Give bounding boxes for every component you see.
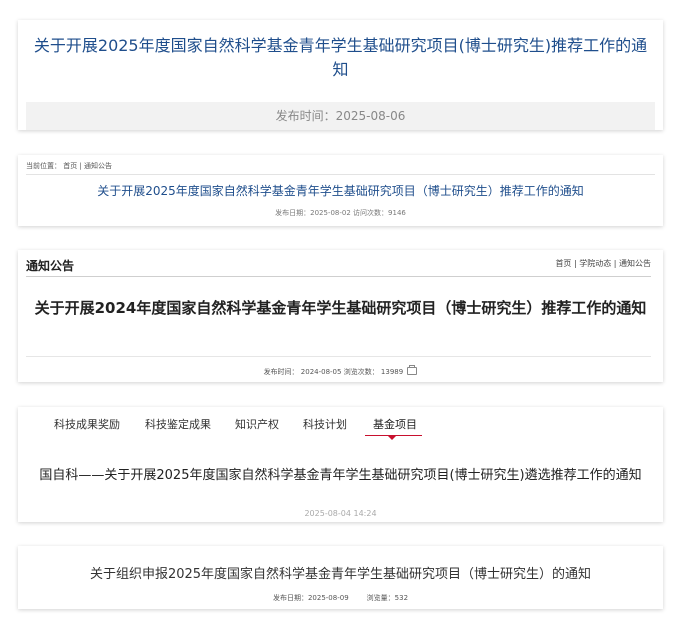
- notice-title[interactable]: 关于开展2024年度国家自然科学基金青年学生基础研究项目（博士研究生）推荐工作的…: [28, 296, 653, 320]
- caret-down-icon: [388, 436, 396, 440]
- notice-title[interactable]: 国自科——关于开展2025年度国家自然科学基金青年学生基础研究项目(博士研究生)…: [24, 468, 657, 484]
- notice-title[interactable]: 关于开展2025年度国家自然科学基金青年学生基础研究项目(博士研究生)推荐工作的…: [26, 34, 655, 82]
- notice-card-1: 关于开展2025年度国家自然科学基金青年学生基础研究项目(博士研究生)推荐工作的…: [18, 20, 663, 130]
- tab-achievement-awards[interactable]: 科技成果奖励: [54, 416, 120, 432]
- publish-label: 发布时间：: [275, 109, 336, 123]
- notice-card-4: 科技成果奖励 科技鉴定成果 知识产权 科技计划 基金项目 国自科——关于开展20…: [18, 407, 663, 522]
- divider: [26, 174, 655, 175]
- publish-meta: 发布时间：2025-08-06: [26, 102, 655, 130]
- tab-intellectual-property[interactable]: 知识产权: [235, 416, 279, 432]
- view-count: 浏览量：532: [366, 594, 409, 602]
- print-icon[interactable]: [407, 365, 418, 375]
- divider: [26, 276, 651, 277]
- notice-card-5: 关于组织申报2025年度国家自然科学基金青年学生基础研究项目（博士研究生）的通知…: [18, 546, 663, 609]
- publish-meta: 发布时间： 2024-08-05 浏览次数： 13989: [26, 365, 655, 377]
- notice-card-3: 通知公告 首页 | 学院动态 | 通知公告 关于开展2024年度国家自然科学基金…: [18, 250, 663, 382]
- publish-date: 2025-08-04 14:24: [304, 509, 377, 518]
- publish-meta: 发布日期：2025-08-09 浏览量：532: [26, 593, 655, 603]
- divider: [26, 356, 651, 357]
- tab-bar: 科技成果奖励 科技鉴定成果 知识产权 科技计划 基金项目: [18, 407, 663, 443]
- notice-title[interactable]: 关于开展2025年度国家自然科学基金青年学生基础研究项目（博士研究生）推荐工作的…: [26, 183, 655, 199]
- notice-card-2: 当前位置： 首页 | 通知公告 关于开展2025年度国家自然科学基金青年学生基础…: [18, 155, 663, 226]
- tab-appraisal-results[interactable]: 科技鉴定成果: [145, 416, 211, 432]
- tab-fund-projects[interactable]: 基金项目: [373, 416, 417, 432]
- publish-meta-text: 发布时间： 2024-08-05 浏览次数： 13989: [263, 368, 404, 376]
- publish-date: 2025-08-06: [335, 109, 406, 123]
- publish-meta: 发布日期：2025-08-02 访问次数：9146: [275, 209, 406, 217]
- tab-tech-plan[interactable]: 科技计划: [303, 416, 347, 432]
- breadcrumb[interactable]: 当前位置： 首页 | 通知公告: [26, 161, 112, 171]
- publish-date: 发布日期：2025-08-09: [272, 594, 349, 602]
- notice-title[interactable]: 关于组织申报2025年度国家自然科学基金青年学生基础研究项目（博士研究生）的通知: [26, 563, 655, 582]
- section-title: 通知公告: [26, 259, 75, 273]
- breadcrumb[interactable]: 首页 | 学院动态 | 通知公告: [555, 258, 651, 269]
